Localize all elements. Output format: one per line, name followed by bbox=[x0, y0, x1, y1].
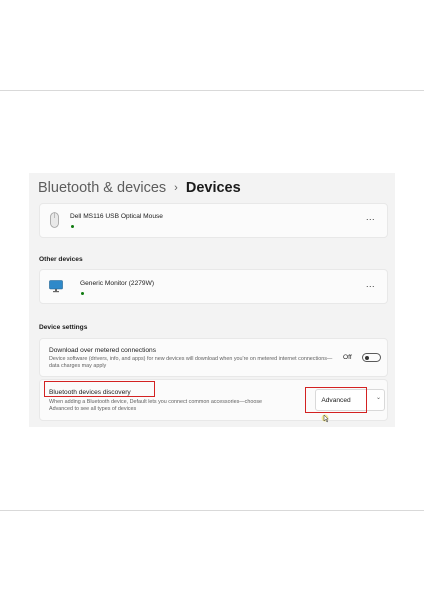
chevron-down-icon: ⌄ bbox=[376, 395, 382, 401]
metered-connections-card: Download over metered connections Device… bbox=[39, 338, 388, 377]
more-options-button[interactable]: ... bbox=[366, 212, 375, 222]
advanced-highlight-box: Advanced bbox=[305, 387, 367, 413]
dropdown-selected-value[interactable]: Advanced bbox=[306, 388, 366, 412]
monitor-icon bbox=[49, 280, 63, 293]
discovery-description-line2: Advanced to see all types of devices bbox=[49, 406, 137, 412]
device-card-mouse[interactable]: Dell MS116 USB Optical Mouse ... bbox=[39, 203, 388, 238]
page-title: Devices bbox=[185, 180, 241, 196]
other-devices-heading: Other devices bbox=[39, 256, 83, 263]
settings-window: Bluetooth & devices › Devices Dell MS116… bbox=[29, 173, 395, 427]
more-options-button[interactable]: ... bbox=[366, 279, 375, 289]
breadcrumb-separator-icon: › bbox=[174, 182, 178, 194]
discovery-description-line1: When adding a Bluetooth device, Default … bbox=[49, 399, 263, 405]
metered-description: Device software (drivers, info, and apps… bbox=[49, 356, 333, 369]
metered-toggle[interactable] bbox=[362, 353, 381, 362]
bottom-border-line bbox=[0, 510, 424, 511]
device-name: Generic Monitor (2279W) bbox=[80, 280, 155, 287]
mouse-icon bbox=[50, 212, 59, 228]
device-status-dot bbox=[71, 225, 74, 228]
device-settings-heading: Device settings bbox=[39, 324, 88, 331]
device-name: Dell MS116 USB Optical Mouse bbox=[70, 213, 163, 220]
breadcrumb: Bluetooth & devices › Devices bbox=[38, 177, 241, 199]
toggle-knob bbox=[365, 355, 369, 360]
top-border-line bbox=[0, 90, 424, 91]
device-status-dot bbox=[81, 292, 84, 295]
toggle-state-label: Off bbox=[343, 354, 352, 361]
device-card-monitor[interactable]: Generic Monitor (2279W) ... bbox=[39, 269, 388, 304]
title-highlight-box bbox=[44, 381, 155, 397]
metered-title: Download over metered connections bbox=[49, 347, 157, 354]
breadcrumb-parent[interactable]: Bluetooth & devices bbox=[38, 180, 166, 196]
mouse-cursor-icon bbox=[321, 410, 330, 423]
